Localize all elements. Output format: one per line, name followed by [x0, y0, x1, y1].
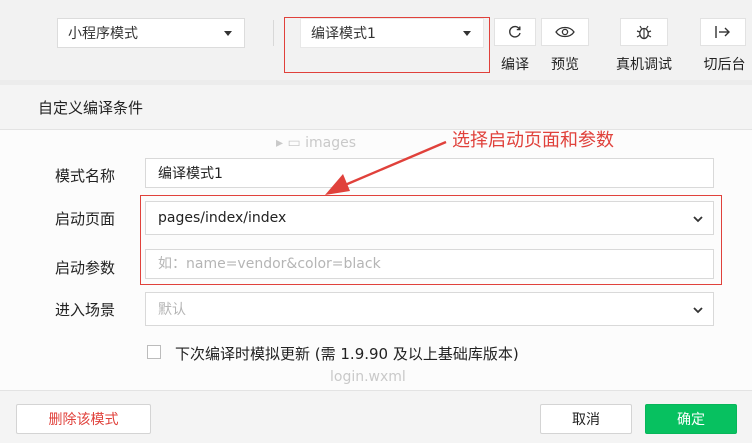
compile-label: 编译 [501, 57, 529, 73]
dialog-title: 自定义编译条件 [38, 99, 144, 117]
eye-icon [555, 26, 575, 38]
bug-icon [636, 25, 652, 40]
toolbar-divider [273, 20, 274, 46]
compile-mode-select-value: 编译模式1 [311, 26, 376, 42]
scene-select[interactable]: 默认 [145, 292, 714, 326]
start-page-value: pages/index/index [158, 210, 287, 226]
chevron-down-icon [693, 216, 703, 223]
remote-debug-label: 真机调试 [616, 57, 672, 73]
scene-placeholder: 默认 [158, 302, 186, 318]
caret-down-icon [463, 31, 471, 36]
remote-debug-button[interactable] [620, 18, 668, 46]
mode-select[interactable]: 小程序模式 [57, 18, 245, 48]
preview-button[interactable] [541, 18, 589, 46]
delete-mode-button[interactable]: 删除该模式 [16, 404, 151, 434]
caret-down-icon [224, 31, 232, 36]
ghost-file-item: login.wxml [330, 369, 406, 385]
background-button[interactable] [700, 18, 746, 46]
compile-mode-select[interactable]: 编译模式1 [300, 18, 484, 48]
mode-name-input[interactable] [158, 165, 713, 181]
preview-label: 预览 [551, 57, 579, 73]
compile-button[interactable] [494, 18, 536, 46]
ghost-folder-label: images [305, 135, 357, 151]
start-page-select[interactable]: pages/index/index [145, 201, 714, 235]
dialog-footer: 删除该模式 取消 确定 [0, 390, 752, 443]
scene-label: 进入场景 [55, 301, 116, 319]
custom-compile-dialog: 自定义编译条件 ▸ ▭ images login.wxml 模式名称 启动页面 … [0, 85, 752, 443]
confirm-button[interactable]: 确定 [645, 404, 737, 434]
mode-select-value: 小程序模式 [68, 26, 138, 42]
folder-icon: ▸ ▭ [276, 135, 306, 151]
ghost-folder-item: ▸ ▭ images [276, 135, 356, 151]
toolbar: 小程序模式 编译模式1 编译 预览 真机调试 切后台 [0, 0, 752, 80]
cancel-button[interactable]: 取消 [540, 404, 632, 434]
background-label: 切后台 [703, 57, 746, 73]
annotation-text: 选择启动页面和参数 [452, 130, 614, 151]
dialog-header: 自定义编译条件 [0, 85, 752, 130]
mode-name-label: 模式名称 [55, 167, 116, 185]
switch-background-icon [715, 26, 730, 38]
start-params-field[interactable] [145, 249, 714, 279]
chevron-down-icon [693, 307, 703, 314]
simulate-update-checkbox[interactable] [147, 345, 161, 359]
start-page-label: 启动页面 [55, 210, 116, 228]
refresh-icon [509, 25, 521, 38]
mode-name-field[interactable] [145, 158, 714, 188]
start-params-label: 启动参数 [55, 259, 116, 277]
start-params-input[interactable] [158, 256, 713, 272]
simulate-update-label[interactable]: 下次编译时模拟更新 (需 1.9.90 及以上基础库版本) [175, 343, 519, 364]
